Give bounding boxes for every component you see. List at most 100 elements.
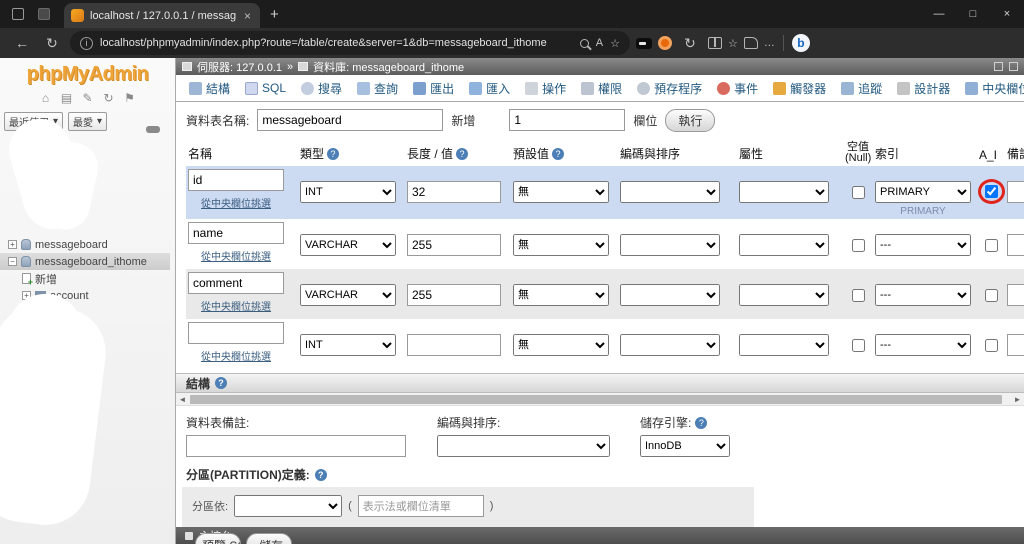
attributes-select[interactable]: [739, 234, 829, 256]
extension-icon-orange[interactable]: [658, 36, 672, 50]
tree-item-messageboard[interactable]: + messageboard: [6, 236, 174, 253]
comments-input[interactable]: [1007, 284, 1024, 306]
browser-tab[interactable]: localhost / 127.0.0.1 / messageb... ×: [64, 3, 260, 28]
ai-checkbox[interactable]: [985, 185, 998, 198]
length-input[interactable]: [407, 181, 501, 203]
central-columns-link[interactable]: 從中央欄位挑選: [188, 348, 284, 363]
tab-tracking[interactable]: 追蹤: [834, 76, 889, 101]
table-comments-input[interactable]: [186, 435, 406, 457]
tab-import[interactable]: 匯入: [462, 76, 517, 101]
collation-select[interactable]: [620, 334, 720, 356]
column-name-input[interactable]: [188, 272, 284, 294]
tab-search[interactable]: 搜尋: [294, 76, 349, 101]
default-select[interactable]: 無: [513, 181, 609, 203]
save-button[interactable]: 儲存: [246, 533, 292, 544]
attributes-select[interactable]: [739, 334, 829, 356]
tree-item-messageboard-ithome[interactable]: − messageboard_ithome: [0, 253, 170, 270]
length-input[interactable]: [407, 234, 501, 256]
collapse-icon[interactable]: −: [8, 257, 17, 266]
index-select[interactable]: PRIMARY: [875, 181, 971, 203]
null-checkbox[interactable]: [851, 186, 865, 199]
workspace-icon[interactable]: [38, 8, 50, 20]
site-info-icon[interactable]: i: [80, 36, 93, 50]
minimize-button[interactable]: —: [922, 0, 956, 28]
reload-icon[interactable]: ↻: [102, 91, 116, 105]
log-icon[interactable]: ▤: [60, 91, 74, 105]
favorites-bar-icon[interactable]: ☆: [728, 37, 738, 50]
partition-expression-input[interactable]: [357, 495, 484, 517]
attributes-select[interactable]: [739, 284, 829, 306]
help-icon[interactable]: ?: [215, 377, 228, 389]
tab-designer[interactable]: 設計器: [890, 76, 957, 101]
tab-operations[interactable]: 操作: [518, 76, 573, 101]
help-icon[interactable]: ?: [456, 147, 469, 160]
tab-central-columns[interactable]: 中央欄位: [958, 76, 1024, 101]
copilot-icon[interactable]: b: [791, 34, 810, 52]
help-icon[interactable]: ?: [327, 147, 340, 160]
default-select[interactable]: 無: [513, 234, 609, 256]
back-icon[interactable]: ←: [10, 31, 34, 55]
tab-query[interactable]: 查詢: [350, 76, 405, 101]
window-icon[interactable]: [994, 62, 1003, 71]
help-icon[interactable]: ?: [552, 147, 565, 160]
read-aloud-icon[interactable]: A: [596, 37, 603, 49]
browser-essentials-icon[interactable]: ↻: [678, 31, 702, 55]
table-name-input[interactable]: [257, 109, 444, 131]
console-bar[interactable]: 主控台: [176, 527, 1024, 544]
collation-select[interactable]: [620, 284, 720, 306]
comments-input[interactable]: [1007, 181, 1024, 203]
tree-item-new-table[interactable]: 新增: [6, 270, 174, 287]
attributes-select[interactable]: [739, 181, 829, 203]
tab-export[interactable]: 匯出: [406, 76, 461, 101]
type-select[interactable]: INT: [300, 181, 396, 203]
collections-icon[interactable]: [743, 37, 758, 49]
comments-input[interactable]: [1007, 334, 1024, 356]
maximize-button[interactable]: □: [956, 0, 990, 28]
tab-triggers[interactable]: 觸發器: [766, 76, 833, 101]
url-text[interactable]: localhost/phpmyadmin/index.php?route=/ta…: [100, 37, 573, 49]
scroll-left-icon[interactable]: ◄: [176, 395, 189, 404]
collation-select[interactable]: [620, 234, 720, 256]
preview-sql-button[interactable]: 預覽 SQL: [195, 533, 241, 544]
length-input[interactable]: [407, 334, 501, 356]
length-input[interactable]: [407, 284, 501, 306]
settings-icon[interactable]: ⚑: [123, 91, 137, 105]
refresh-icon[interactable]: ↻: [40, 31, 64, 55]
new-tab-button[interactable]: +: [270, 6, 279, 23]
pin-icon[interactable]: [1009, 62, 1018, 71]
tab-close-icon[interactable]: ×: [242, 9, 253, 23]
null-checkbox[interactable]: [851, 239, 865, 252]
central-columns-link[interactable]: 從中央欄位挑選: [188, 298, 284, 313]
collation-select[interactable]: [620, 181, 720, 203]
column-name-input[interactable]: [188, 322, 284, 344]
storage-engine-select[interactable]: InnoDB: [640, 435, 730, 457]
type-select[interactable]: VARCHAR: [300, 284, 396, 306]
favorite-tables-select[interactable]: 最愛 ▾: [68, 112, 108, 131]
tab-privileges[interactable]: 權限: [574, 76, 629, 101]
go-button[interactable]: 執行: [665, 108, 716, 132]
tab-sql[interactable]: SQL: [238, 77, 293, 99]
add-columns-count-input[interactable]: [509, 109, 626, 131]
default-select[interactable]: 無: [513, 334, 609, 356]
index-select[interactable]: ---: [875, 284, 971, 306]
comments-input[interactable]: [1007, 234, 1024, 256]
extension-icon-dark[interactable]: [636, 37, 652, 49]
index-select[interactable]: ---: [875, 234, 971, 256]
column-name-input[interactable]: [188, 222, 284, 244]
scroll-right-icon[interactable]: ►: [1011, 395, 1024, 404]
ai-checkbox[interactable]: [984, 339, 998, 352]
table-collation-select[interactable]: [437, 435, 610, 457]
index-select[interactable]: ---: [875, 334, 971, 356]
tab-structure[interactable]: 結構: [182, 76, 237, 101]
type-select[interactable]: VARCHAR: [300, 234, 396, 256]
url-field[interactable]: i localhost/phpmyadmin/index.php?route=/…: [70, 31, 630, 55]
tab-routines[interactable]: 預存程序: [630, 76, 709, 101]
help-icon[interactable]: ?: [695, 416, 708, 429]
breadcrumb-database-link[interactable]: 資料庫: messageboard_ithome: [313, 59, 464, 75]
ai-checkbox[interactable]: [984, 239, 998, 252]
help-icon[interactable]: ?: [314, 468, 327, 481]
column-name-input[interactable]: [188, 169, 284, 191]
close-button[interactable]: ×: [990, 0, 1024, 28]
home-icon[interactable]: ⌂: [39, 91, 53, 105]
type-select[interactable]: INT: [300, 334, 396, 356]
